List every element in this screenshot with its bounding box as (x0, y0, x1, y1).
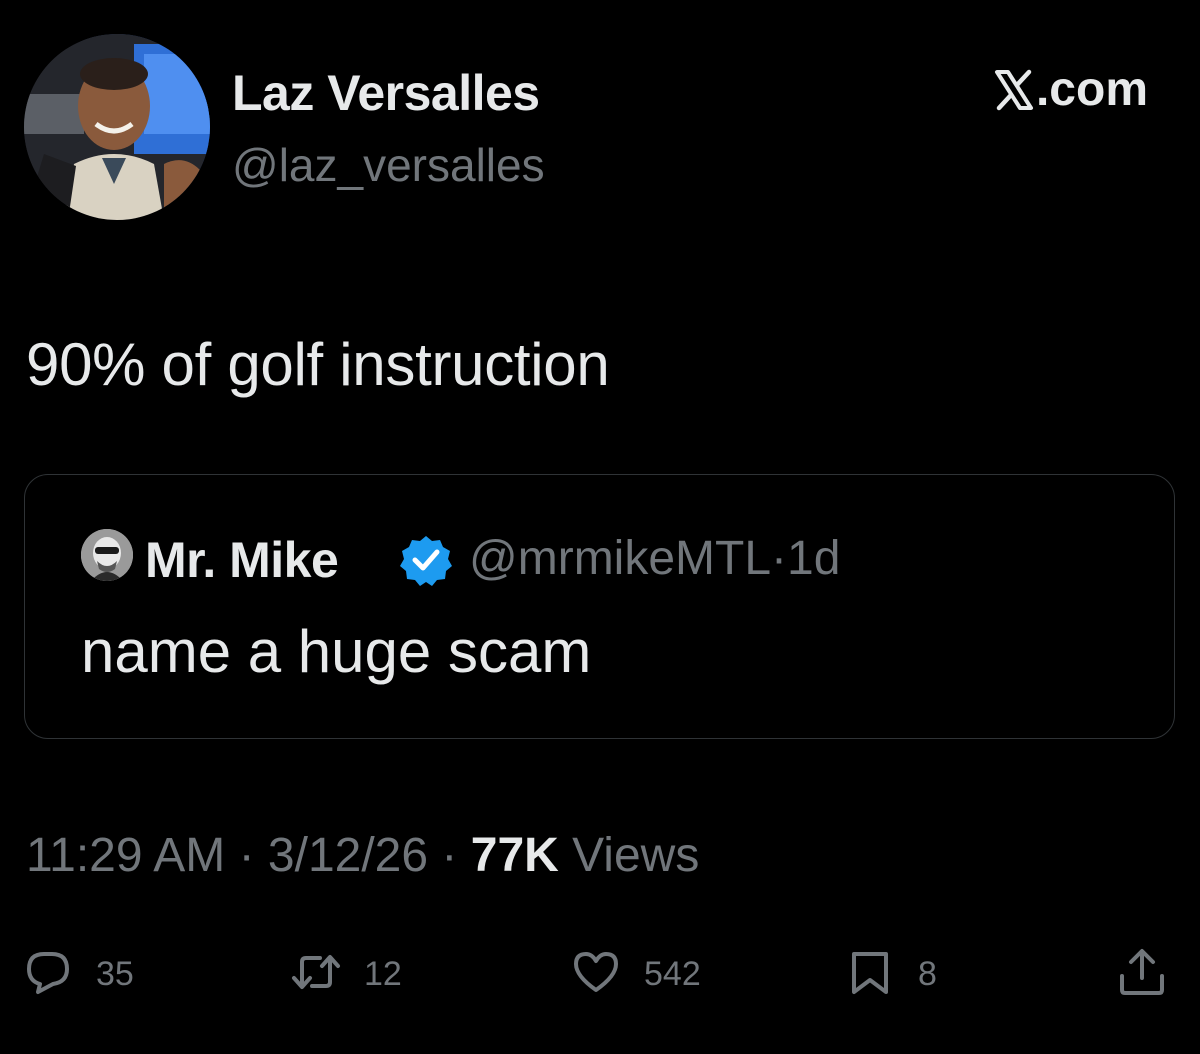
heart-icon (570, 946, 622, 1003)
x-brand-logo: .com (994, 62, 1148, 117)
repost-button[interactable]: 12 (290, 948, 402, 1000)
repost-icon (290, 946, 342, 1003)
tweet-text: 90% of golf instruction (26, 331, 610, 398)
share-icon (1116, 946, 1168, 1003)
quoted-tweet[interactable]: Mr. Mike @mrmikeMTL·1d name a huge scam (24, 474, 1175, 739)
tweet-card: Laz Versalles @laz_versalles .com 90% of… (0, 0, 1200, 1054)
bookmark-button[interactable]: 8 (844, 948, 937, 1000)
quoted-separator: · (771, 532, 788, 585)
like-button[interactable]: 542 (570, 948, 701, 1000)
tweet-meta: 11:29 AM · 3/12/26 · 77K Views (26, 828, 699, 883)
brand-label: .com (1035, 63, 1148, 116)
tweet-time[interactable]: 11:29 AM (26, 829, 225, 882)
bookmark-count: 8 (918, 954, 937, 993)
author-handle[interactable]: @laz_versalles (232, 138, 545, 192)
quoted-tweet-text: name a huge scam (81, 618, 592, 685)
quoted-author-avatar[interactable] (81, 529, 133, 581)
quoted-author-name[interactable]: Mr. Mike (145, 531, 339, 589)
views-label: Views (572, 829, 700, 882)
quoted-handle-text: @mrmikeMTL (469, 532, 772, 585)
repost-count: 12 (364, 954, 402, 993)
quoted-age: 1d (787, 532, 841, 585)
quoted-author-handle[interactable]: @mrmikeMTL·1d (469, 531, 840, 586)
x-logo-icon (994, 68, 1034, 112)
reply-button[interactable]: 35 (22, 948, 134, 1000)
share-button[interactable] (1116, 948, 1168, 1000)
reply-count: 35 (96, 954, 134, 993)
tweet-date[interactable]: 3/12/26 (268, 829, 428, 882)
like-count: 542 (644, 954, 701, 993)
author-name[interactable]: Laz Versalles (232, 64, 540, 122)
author-avatar[interactable] (24, 34, 210, 220)
verified-badge-icon (399, 533, 453, 587)
meta-separator: · (441, 829, 458, 882)
bookmark-icon (844, 946, 896, 1003)
meta-separator: · (238, 829, 255, 882)
views-count[interactable]: 77K (471, 829, 559, 882)
reply-icon (22, 946, 74, 1003)
